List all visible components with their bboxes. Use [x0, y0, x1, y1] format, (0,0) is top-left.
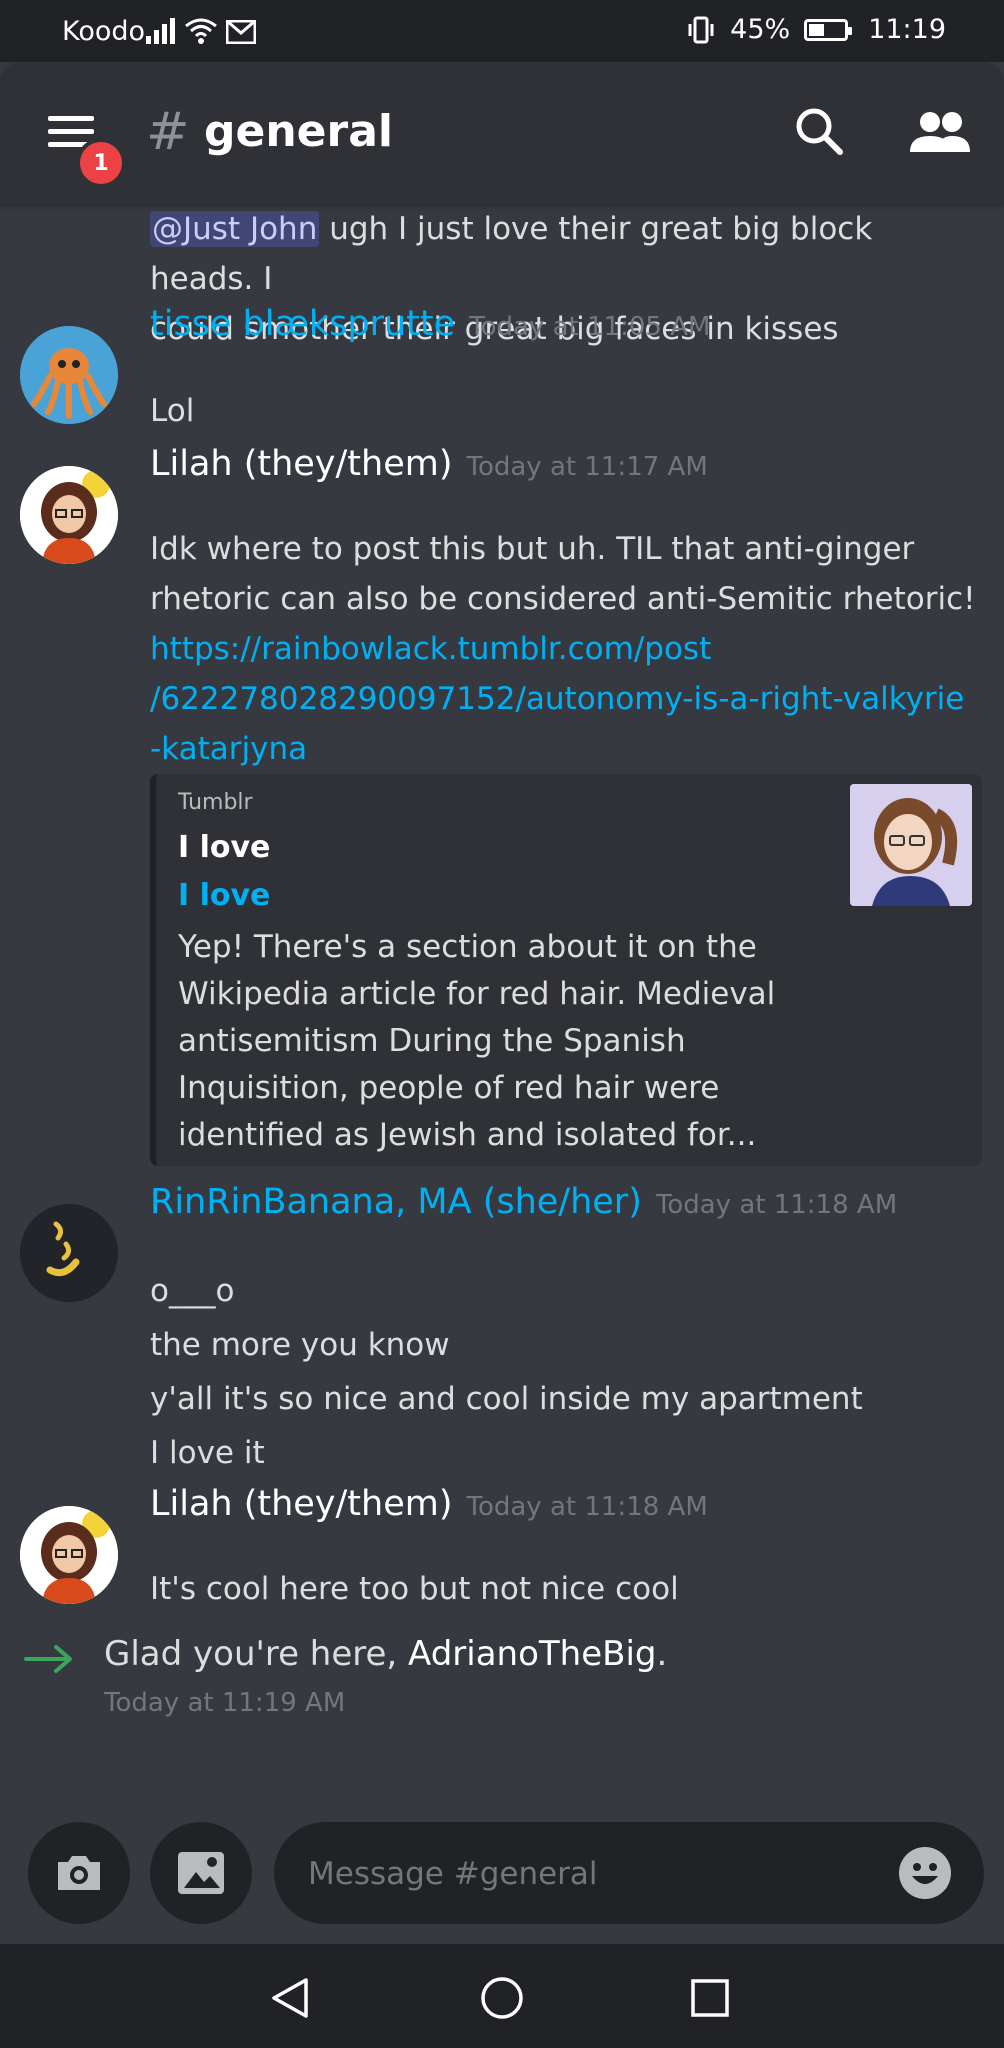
message-input[interactable] — [306, 1848, 870, 1900]
message-feed[interactable]: @Just John ugh I just love their great b… — [0, 204, 1004, 1814]
message-input-container[interactable] — [274, 1822, 984, 1924]
embed-title: I love f — [178, 830, 274, 865]
message-composer — [0, 1814, 1004, 1944]
message-timestamp: Today at 11:18 AM — [655, 1190, 898, 1220]
embed-description: Yep! There's a section about it on the W… — [178, 929, 776, 1153]
message-body: o___o the more you know y'all it's so ni… — [150, 1273, 863, 1471]
battery-icon — [804, 18, 853, 41]
back-icon[interactable] — [270, 1976, 310, 2020]
embed-thumbnail[interactable] — [850, 784, 972, 906]
mail-icon — [226, 20, 256, 44]
status-icons-right: 45% 11:19 — [686, 14, 946, 45]
message-header: tisse blæksprutte Today at 11:05 AM — [150, 304, 710, 344]
message-header: Lilah (they/them) Today at 11:18 AM — [150, 1484, 708, 1524]
join-arrow-icon — [24, 1645, 72, 1673]
message-author[interactable]: RinRinBanana, MA (she/her) — [150, 1182, 642, 1222]
home-icon[interactable] — [480, 1976, 524, 2020]
banana-avatar-icon — [20, 1204, 118, 1302]
message-link[interactable]: https://rainbowlack.tumblr.com/post /622… — [150, 624, 964, 774]
avatar[interactable] — [20, 1204, 118, 1302]
camera-icon — [58, 1856, 100, 1890]
anime-portrait-thumbnail-icon — [850, 784, 972, 906]
notification-badge: 1 — [76, 138, 126, 188]
signal-icon — [146, 18, 175, 44]
avatar[interactable] — [20, 326, 118, 424]
message-body: It's cool here too but not nice cool — [150, 1571, 679, 1607]
status-bar: Koodo 45% 11:19 — [0, 0, 1004, 62]
message-timestamp: Today at 11:18 AM — [466, 1492, 708, 1522]
system-message: Glad you're here, AdrianoTheBig. — [104, 1634, 668, 1674]
channel-hash-icon: # — [146, 102, 190, 162]
message-header: RinRinBanana, MA (she/her) Today at 11:18… — [150, 1182, 897, 1222]
system-nav-bar — [0, 1944, 1004, 2048]
embed-provider[interactable]: Tumblr — [178, 790, 253, 815]
image-button[interactable] — [150, 1822, 252, 1924]
recents-icon[interactable] — [690, 1978, 730, 2018]
wifi-icon — [185, 18, 217, 44]
message-author[interactable]: Lilah (they/them) — [150, 444, 453, 484]
message-body: Lol — [150, 393, 195, 429]
message-timestamp: Today at 11:05 AM — [469, 312, 711, 342]
clock: 11:19 — [868, 14, 946, 45]
user-mention[interactable]: @Just John — [150, 211, 320, 247]
message-timestamp: Today at 11:17 AM — [466, 452, 708, 482]
message-header: Lilah (they/them) Today at 11:17 AM — [150, 444, 708, 484]
members-icon[interactable] — [908, 108, 972, 158]
octopus-avatar-icon — [20, 326, 118, 424]
message-body: Idk where to post this but uh. TIL that … — [150, 531, 976, 617]
link-embed[interactable]: Tumblr I love f I love f Yep! There's a … — [150, 774, 982, 1166]
carrier-label: Koodo — [62, 16, 146, 47]
joined-username[interactable]: AdrianoTheBig — [408, 1634, 656, 1674]
status-icons-left — [146, 14, 256, 44]
lilah-avatar-icon — [20, 466, 118, 564]
avatar[interactable] — [20, 466, 118, 564]
embed-link-title[interactable]: I love f — [178, 878, 274, 913]
message-timestamp: Today at 11:19 AM — [104, 1688, 346, 1718]
battery-percent: 45% — [730, 14, 791, 45]
emoji-icon[interactable] — [898, 1846, 952, 1900]
search-icon[interactable] — [794, 106, 844, 156]
avatar[interactable] — [20, 1506, 118, 1604]
image-icon — [178, 1852, 224, 1894]
channel-title: general — [204, 106, 393, 157]
message-author[interactable]: Lilah (they/them) — [150, 1484, 453, 1524]
message-author[interactable]: tisse blæksprutte — [150, 304, 455, 344]
lilah-avatar-icon — [20, 1506, 118, 1604]
vibrate-icon — [688, 16, 714, 43]
camera-button[interactable] — [28, 1822, 130, 1924]
channel-header: 1 # general — [0, 62, 1004, 204]
